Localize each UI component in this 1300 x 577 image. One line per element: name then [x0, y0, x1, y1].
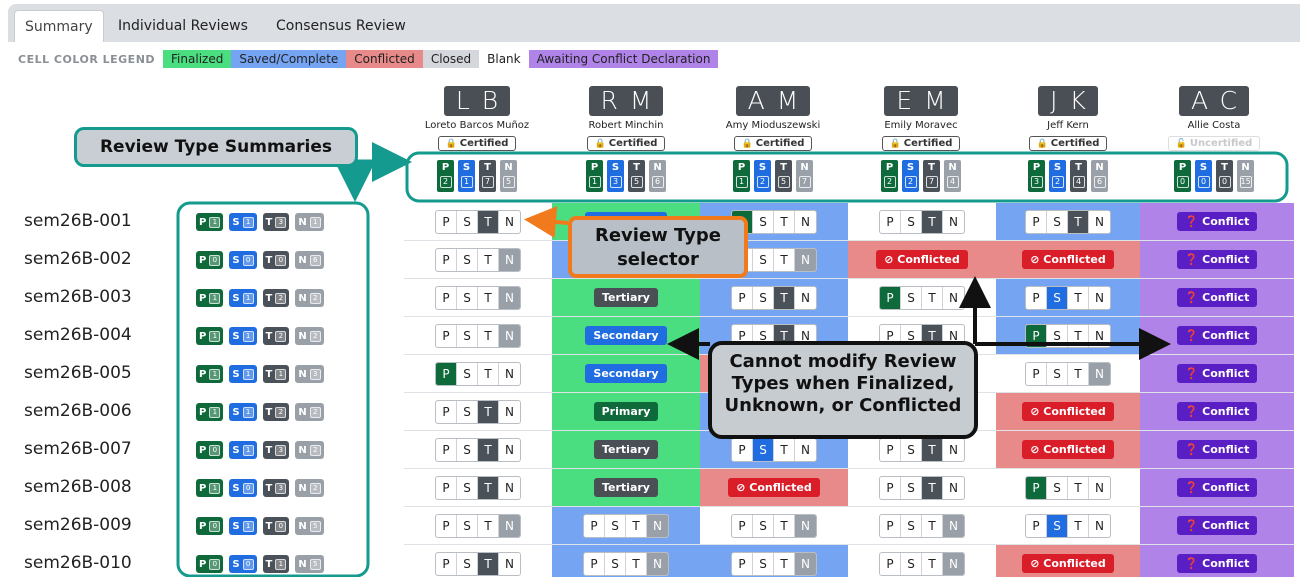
- annotation-arrows: [176, 142, 1289, 577]
- callout-cannot-modify: Cannot modify Review Types when Finalize…: [708, 341, 978, 439]
- summaries-outline: [405, 151, 1289, 203]
- callout-review-type-summaries: Review Type Summaries: [74, 127, 358, 167]
- row-summaries-outline: [176, 201, 370, 577]
- callout-review-type-selector: Review Type selector: [568, 216, 748, 278]
- arrow-to-selector: [524, 206, 569, 238]
